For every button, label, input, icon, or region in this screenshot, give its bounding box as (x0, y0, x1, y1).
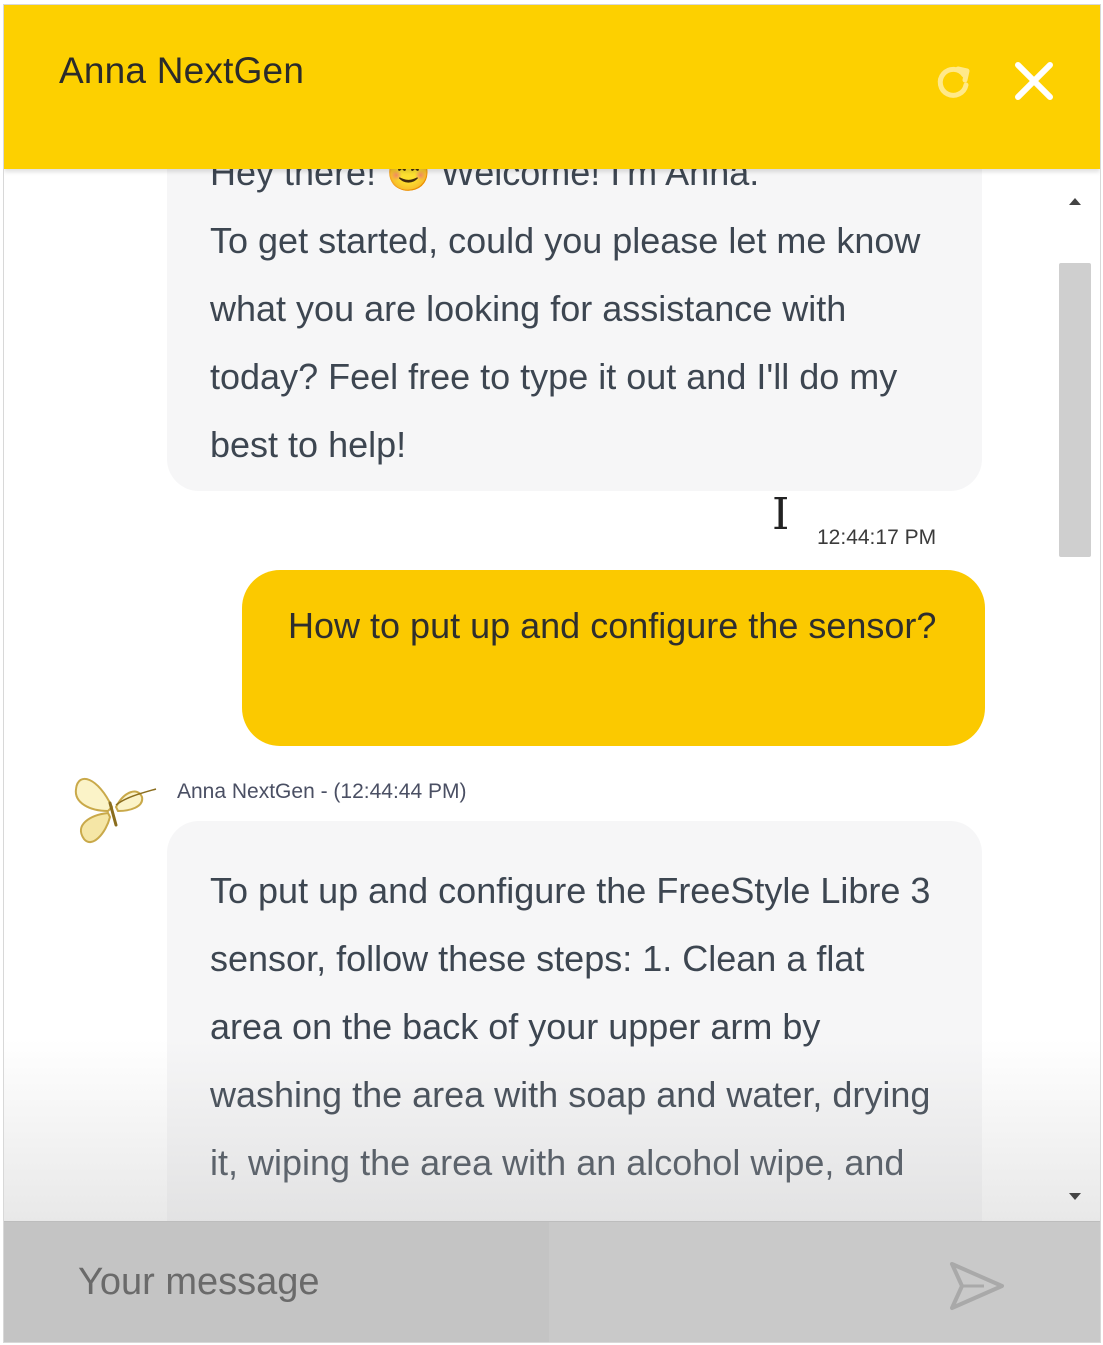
scrollbar-thumb[interactable] (1059, 263, 1091, 557)
close-button[interactable] (1010, 57, 1058, 105)
bot-message-greeting: Hey there! 😊 Welcome! I'm Anna. (210, 169, 760, 193)
message-input[interactable] (4, 1222, 549, 1342)
composer (4, 1221, 1100, 1342)
send-icon (950, 1262, 1004, 1310)
refresh-button[interactable] (929, 57, 977, 105)
close-icon (1015, 62, 1053, 100)
message-timestamp: 12:44:17 PM (817, 526, 937, 549)
caret-down-icon (1069, 1193, 1081, 1200)
chat-window: Anna NextGen Hey there! 😊 Welcome! I'm A… (3, 4, 1101, 1343)
user-message-bubble: How to put up and configure the sensor? (242, 570, 985, 746)
user-message-text: How to put up and configure the sensor? (288, 605, 937, 646)
butterfly-icon (68, 767, 164, 851)
bot-message-text: To get started, could you please let me … (210, 220, 921, 465)
chat-header: Anna NextGen (4, 5, 1100, 169)
text-cursor-icon: I (772, 489, 790, 540)
refresh-icon (937, 66, 970, 98)
bot-message-bubble: To put up and configure the FreeStyle Li… (167, 821, 982, 1221)
chat-scrollbar[interactable] (1057, 169, 1093, 1221)
scroll-up-button[interactable] (1065, 191, 1085, 211)
bot-sender-meta: Anna NextGen - (12:44:44 PM) (177, 780, 467, 803)
caret-up-icon (1069, 198, 1081, 205)
scroll-down-button[interactable] (1065, 1187, 1085, 1207)
message-list[interactable]: Hey there! 😊 Welcome! I'm Anna. To get s… (4, 169, 1100, 1221)
send-button[interactable] (944, 1258, 1008, 1314)
bot-message-bubble: Hey there! 😊 Welcome! I'm Anna. To get s… (167, 169, 982, 491)
bot-message-text: To put up and configure the FreeStyle Li… (210, 870, 931, 1183)
chat-title: Anna NextGen (59, 50, 305, 91)
